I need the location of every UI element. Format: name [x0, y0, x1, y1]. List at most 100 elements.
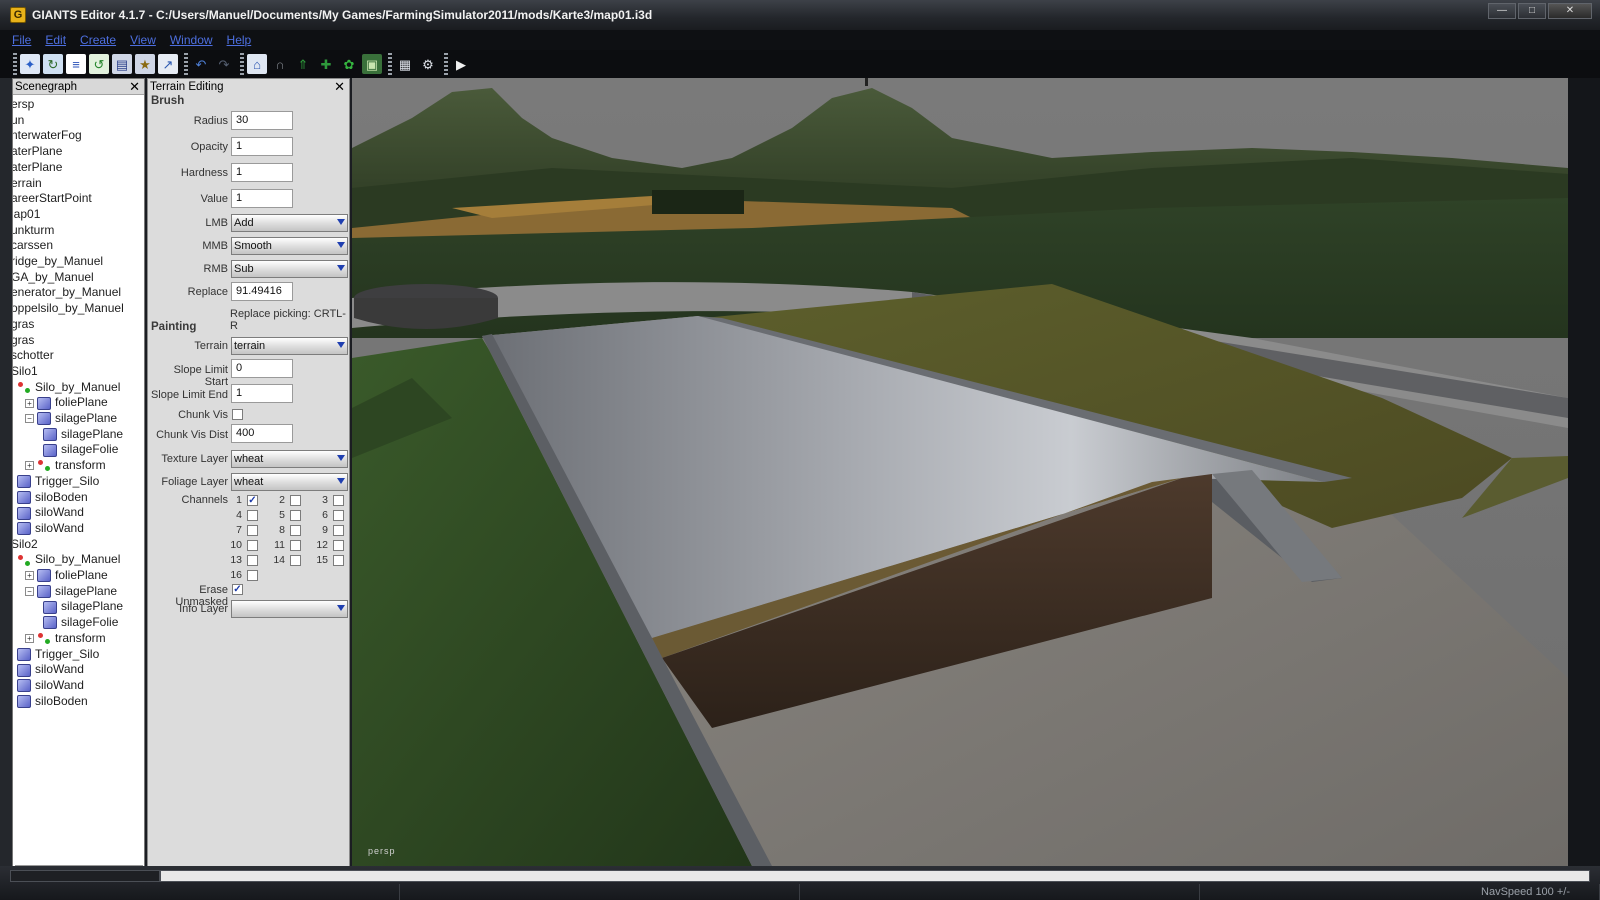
scenegraph-tree-item[interactable]: gras: [13, 332, 34, 348]
channel-checkbox[interactable]: [247, 555, 258, 566]
slope-limit-end-input[interactable]: 1: [231, 384, 293, 403]
channel-checkbox[interactable]: [333, 540, 344, 551]
channel-checkbox[interactable]: [247, 525, 258, 536]
scenegraph-tree-item[interactable]: + transform: [25, 630, 106, 646]
channel-checkbox[interactable]: [290, 555, 301, 566]
menu-window[interactable]: Window: [170, 33, 213, 47]
scenegraph-tree-item[interactable]: siloWand: [13, 677, 84, 693]
scenegraph-tree-item[interactable]: aterPlane: [13, 143, 62, 159]
home-icon[interactable]: ⌂: [247, 54, 267, 74]
scenegraph-tree-item[interactable]: siloBoden: [13, 489, 88, 505]
scenegraph-tree-item[interactable]: Silo2: [13, 536, 38, 552]
scenegraph-tree-item[interactable]: ersp: [13, 96, 34, 112]
menu-view[interactable]: View: [130, 33, 156, 47]
scenegraph-tree-item[interactable]: oppelsilo_by_Manuel: [13, 300, 124, 316]
info-layer-select[interactable]: [231, 600, 348, 618]
terrain-raise-icon[interactable]: ⇑: [293, 54, 313, 74]
channel-checkbox[interactable]: [290, 510, 301, 521]
save-all-icon[interactable]: ★: [135, 54, 155, 74]
collapse-icon[interactable]: −: [25, 414, 34, 424]
foliage-icon[interactable]: ✿: [339, 54, 359, 74]
scenegraph-tree-item[interactable]: Silo1: [13, 363, 38, 379]
scenegraph-tree-item[interactable]: Silo_by_Manuel: [13, 551, 120, 567]
close-icon[interactable]: ✕: [129, 80, 140, 93]
channel-checkbox[interactable]: [333, 525, 344, 536]
new-file-icon[interactable]: ✦: [20, 54, 40, 74]
scenegraph-tree-item[interactable]: Silo_by_Manuel: [13, 379, 120, 395]
import-icon[interactable]: ↗: [158, 54, 178, 74]
channel-checkbox[interactable]: [333, 510, 344, 521]
channel-checkbox[interactable]: [333, 495, 344, 506]
scenegraph-tree-item[interactable]: aterPlane: [13, 159, 62, 175]
scenegraph-tree-item[interactable]: siloWand: [13, 504, 84, 520]
expand-icon[interactable]: +: [25, 461, 34, 471]
undo-icon[interactable]: ↶: [191, 54, 211, 74]
scenegraph-tree-item[interactable]: gras: [13, 316, 34, 332]
redo-icon[interactable]: ↷: [214, 54, 234, 74]
channel-checkbox[interactable]: [247, 510, 258, 521]
scenegraph-tree-item[interactable]: − silagePlane: [25, 583, 117, 599]
replace-input[interactable]: 91.49416: [231, 282, 293, 301]
terrain-select[interactable]: terrain: [231, 337, 348, 355]
minimize-button[interactable]: —: [1488, 3, 1516, 19]
opacity-input[interactable]: 1: [231, 137, 293, 156]
scenegraph-tree-item[interactable]: + foliePlane: [25, 394, 108, 410]
scenegraph-tree-item[interactable]: silageFolie: [43, 441, 118, 457]
channel-checkbox[interactable]: [247, 570, 258, 581]
close-window-button[interactable]: ✕: [1548, 3, 1592, 19]
channel-checkbox[interactable]: ✓: [247, 495, 258, 506]
mmb-select[interactable]: Smooth: [231, 237, 348, 255]
scenegraph-tree-item[interactable]: Trigger_Silo: [13, 646, 99, 662]
scenegraph-tree-item[interactable]: unkturm: [13, 222, 54, 238]
console-field[interactable]: [160, 870, 1590, 882]
grid-icon[interactable]: ▦: [395, 54, 415, 74]
scenegraph-tree-item[interactable]: lap01: [13, 206, 40, 222]
channel-checkbox[interactable]: [290, 525, 301, 536]
scenegraph-tree-item[interactable]: schotter: [13, 347, 54, 363]
scenegraph-tree-item[interactable]: Trigger_Silo: [13, 473, 99, 489]
scenegraph-tree[interactable]: ersp un nterwaterFog aterPlane aterPlane erra…: [13, 95, 144, 863]
scenegraph-tree-item[interactable]: enerator_by_Manuel: [13, 284, 121, 300]
refresh-icon[interactable]: ↺: [89, 54, 109, 74]
rmb-select[interactable]: Sub: [231, 260, 348, 278]
scenegraph-tree-item[interactable]: GA_by_Manuel: [13, 269, 94, 285]
chunk-vis-checkbox[interactable]: [232, 409, 243, 420]
document-icon[interactable]: ≡: [66, 54, 86, 74]
radius-input[interactable]: 30: [231, 111, 293, 130]
menu-file[interactable]: File: [12, 33, 31, 47]
scenegraph-tree-item[interactable]: ridge_by_Manuel: [13, 253, 103, 269]
scenegraph-tree-item[interactable]: errain: [13, 175, 42, 191]
scenegraph-tree-item[interactable]: + foliePlane: [25, 567, 108, 583]
menu-help[interactable]: Help: [227, 33, 252, 47]
lmb-select[interactable]: Add: [231, 214, 348, 232]
value-input[interactable]: 1: [231, 189, 293, 208]
scenegraph-tree-item[interactable]: siloWand: [13, 520, 84, 536]
hardness-input[interactable]: 1: [231, 163, 293, 182]
maximize-button[interactable]: □: [1518, 3, 1546, 19]
scenegraph-tree-item[interactable]: siloBoden: [13, 693, 88, 709]
scenegraph-tree-item[interactable]: + transform: [25, 457, 106, 473]
scenegraph-tree-item[interactable]: silageFolie: [43, 614, 118, 630]
channel-checkbox[interactable]: [290, 495, 301, 506]
terrain-lower-icon[interactable]: ✚: [316, 54, 336, 74]
scenegraph-tree-item[interactable]: un: [13, 112, 24, 128]
tractor-icon[interactable]: ▣: [362, 54, 382, 74]
channel-checkbox[interactable]: [333, 555, 344, 566]
collapse-icon[interactable]: −: [25, 587, 34, 597]
foliage-layer-select[interactable]: wheat: [231, 473, 348, 491]
magnet-icon[interactable]: ∩: [270, 54, 290, 74]
close-icon[interactable]: ✕: [334, 80, 345, 93]
play-icon[interactable]: ▶: [451, 54, 471, 74]
scenegraph-tree-item[interactable]: silagePlane: [43, 598, 123, 614]
expand-icon[interactable]: +: [25, 398, 34, 408]
expand-icon[interactable]: +: [25, 571, 34, 581]
menu-create[interactable]: Create: [80, 33, 116, 47]
expand-icon[interactable]: +: [25, 634, 34, 644]
3d-viewport[interactable]: persp: [352, 78, 1568, 866]
scenegraph-tree-item[interactable]: carssen: [13, 237, 53, 253]
slope-limit-start-input[interactable]: 0: [231, 359, 293, 378]
chunk-vis-dist-input[interactable]: 400: [231, 424, 293, 443]
scenegraph-tree-item[interactable]: − silagePlane: [25, 410, 117, 426]
settings-icon[interactable]: ⚙: [418, 54, 438, 74]
erase-unmasked-checkbox[interactable]: ✓: [232, 584, 243, 595]
